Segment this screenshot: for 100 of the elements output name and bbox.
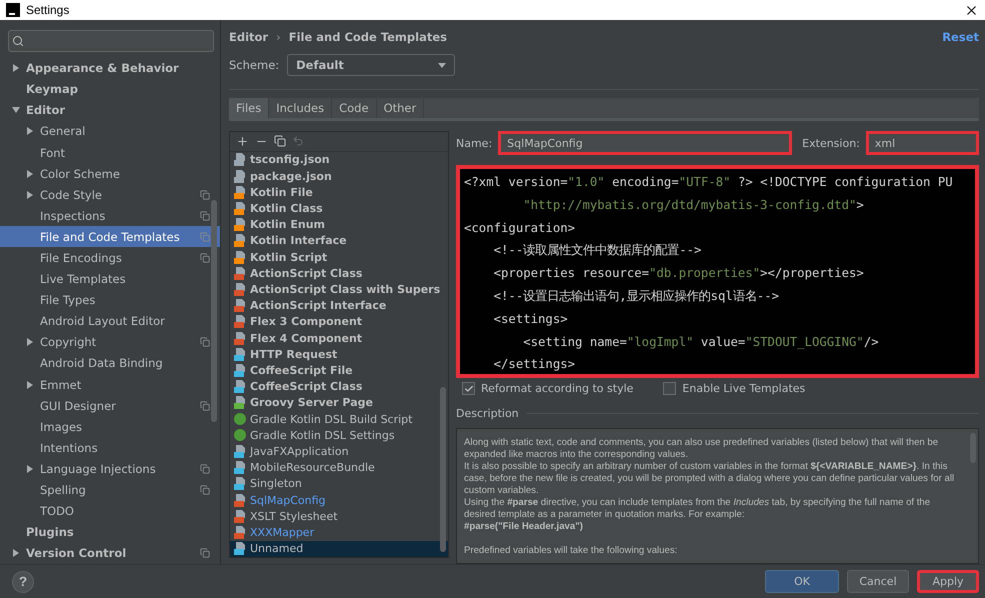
tree-item[interactable]: Keymap	[0, 78, 220, 100]
apply-button[interactable]: Apply	[917, 570, 979, 593]
tree-item[interactable]: Spelling	[0, 480, 220, 501]
template-item[interactable]: ActionScript Class	[230, 265, 448, 282]
help-button[interactable]: ?	[12, 570, 34, 592]
file-icon	[234, 250, 246, 264]
copy-icon	[200, 485, 210, 496]
tree-item[interactable]: Version Control	[0, 542, 220, 564]
code-example: #parse("File Header.java")	[464, 521, 584, 534]
tree-item[interactable]: TODO	[0, 500, 220, 522]
template-item[interactable]: Kotlin Script	[230, 249, 448, 266]
scrollbar[interactable]	[211, 200, 217, 422]
template-item[interactable]: CoffeeScript Class	[230, 378, 448, 395]
template-item[interactable]: XXXMapper	[230, 524, 448, 541]
tree-item[interactable]: Images	[0, 416, 220, 438]
tree-item[interactable]: File Encodings	[0, 247, 220, 269]
tab[interactable]: Code	[332, 98, 377, 118]
tree-item[interactable]: Android Layout Editor	[0, 310, 220, 332]
template-item[interactable]: Unnamed	[230, 540, 448, 557]
name-label: Name:	[456, 136, 492, 150]
template-item[interactable]: Flex 4 Component	[230, 330, 448, 346]
copy-icon	[200, 464, 210, 474]
code-line: <!--读取属性文件中数据库的配置-->	[492, 242, 702, 260]
tree-item[interactable]: Emmet	[0, 374, 220, 396]
ok-button[interactable]: OK	[765, 570, 839, 593]
scheme-dropdown[interactable]: Default	[287, 54, 456, 76]
tab[interactable]: Files	[229, 98, 270, 118]
template-item[interactable]: Kotlin File	[230, 184, 448, 200]
scrollbar[interactable]	[440, 387, 446, 552]
template-item[interactable]: Kotlin Class	[230, 200, 448, 217]
file-icon	[234, 153, 246, 166]
code-line: <!--设置日志输出语句,显示相应操作的sql语名-->	[492, 288, 780, 305]
tree-item[interactable]: File and Code Templates	[0, 226, 220, 248]
tree-item[interactable]: Plugins	[0, 522, 220, 543]
template-item[interactable]: JavaFXApplication	[230, 443, 448, 460]
template-item[interactable]: Gradle Kotlin DSL Build Script	[230, 411, 448, 428]
template-item[interactable]: HTTP Request	[230, 346, 448, 362]
template-item[interactable]: CoffeeScript File	[230, 362, 448, 379]
template-item[interactable]: Flex 3 Component	[230, 314, 448, 330]
dropdown-arrow-icon	[438, 62, 446, 68]
tree-item[interactable]: File Types	[0, 290, 220, 311]
tree-item[interactable]: Live Templates	[0, 268, 220, 290]
file-icon	[234, 542, 246, 556]
code-line: <properties resource="db.properties"></properties>	[492, 265, 865, 282]
template-item[interactable]: tsconfig.json	[230, 152, 448, 168]
cancel-button[interactable]: Cancel	[847, 570, 909, 593]
tree-item[interactable]: Language Injections	[0, 458, 220, 480]
file-icon	[234, 461, 246, 474]
collapsed-arrow-icon[interactable]	[26, 190, 34, 199]
code-editor[interactable]	[456, 165, 979, 378]
copy-icon[interactable]	[274, 135, 286, 148]
reset-link[interactable]: Reset	[942, 30, 979, 44]
collapsed-arrow-icon[interactable]	[26, 127, 34, 136]
copy-icon	[200, 232, 210, 242]
collapsed-arrow-icon[interactable]	[26, 338, 34, 346]
template-item[interactable]: XSLT Stylesheet	[230, 508, 448, 524]
template-item[interactable]: Singleton	[230, 476, 448, 492]
collapsed-arrow-icon[interactable]	[26, 380, 34, 389]
checkbox[interactable]	[663, 382, 676, 396]
collapsed-arrow-icon[interactable]	[12, 64, 20, 72]
window-title: Settings	[26, 3, 70, 17]
tab[interactable]: Other	[376, 98, 424, 118]
template-item[interactable]: MobileResourceBundle	[230, 460, 448, 476]
template-item[interactable]: ActionScript Class with Supers	[230, 281, 448, 298]
file-icon	[234, 218, 246, 232]
copy-icon	[200, 337, 210, 348]
add-icon[interactable]	[236, 134, 249, 148]
tab[interactable]: Includes	[269, 98, 332, 118]
expanded-arrow-icon[interactable]	[12, 106, 20, 114]
template-item[interactable]: SqlMapConfig	[230, 492, 448, 508]
tree-item[interactable]: General	[0, 120, 220, 142]
search-field[interactable]	[8, 30, 214, 52]
tree-item[interactable]: Intentions	[0, 437, 220, 458]
collapsed-arrow-icon[interactable]	[26, 170, 34, 178]
tree-item[interactable]: Copyright	[0, 332, 220, 353]
collapsed-arrow-icon[interactable]	[12, 549, 20, 558]
tree-item[interactable]: Font	[0, 142, 220, 164]
copy-icon	[200, 400, 210, 411]
template-item[interactable]: Kotlin Interface	[230, 232, 448, 249]
tree-item[interactable]: Code Style	[0, 184, 220, 206]
tree-item[interactable]: Android Data Binding	[0, 352, 220, 374]
breadcrumb-item[interactable]: Editor	[229, 30, 268, 44]
copy-icon	[200, 190, 210, 200]
template-item[interactable]: Kotlin Enum	[230, 216, 448, 233]
name-field[interactable]: SqlMapConfig	[498, 131, 792, 155]
tree-item[interactable]: Appearance & Behavior	[0, 58, 220, 79]
gradle-icon	[234, 413, 246, 426]
checkbox[interactable]	[462, 382, 475, 396]
extension-field[interactable]: xml	[866, 131, 979, 155]
tree-item[interactable]: Inspections	[0, 205, 220, 226]
tree-item[interactable]: Color Scheme	[0, 163, 220, 184]
template-item[interactable]: Groovy Server Page	[230, 394, 448, 412]
breadcrumb-item[interactable]: File and Code Templates	[288, 30, 447, 44]
collapsed-arrow-icon[interactable]	[26, 464, 34, 473]
template-item[interactable]: ActionScript Interface	[230, 298, 448, 314]
template-item[interactable]: Gradle Kotlin DSL Settings	[230, 427, 448, 444]
tree-item[interactable]: Editor	[0, 100, 220, 121]
tree-item[interactable]: GUI Designer	[0, 395, 220, 416]
template-item[interactable]: package.json	[230, 168, 448, 184]
file-icon	[234, 445, 246, 458]
